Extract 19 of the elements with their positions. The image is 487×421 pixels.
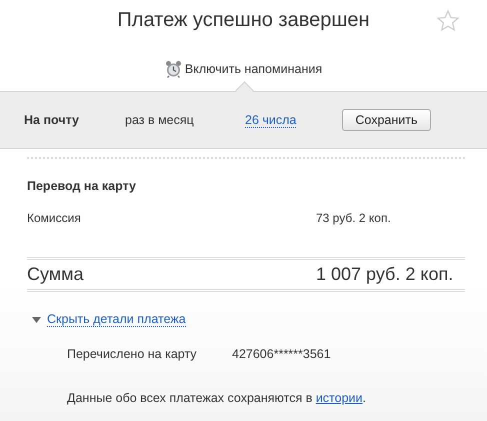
caret-icon[interactable] (32, 316, 41, 322)
day-link[interactable]: 26 числа (245, 112, 296, 128)
page-title: Платеж успешно завершен (117, 9, 370, 32)
save-button[interactable]: Сохранить (342, 109, 430, 131)
frequency-label[interactable]: раз в месяц (125, 113, 245, 127)
alarm-clock-icon[interactable] (164, 60, 182, 78)
total-label: Сумма (27, 264, 85, 285)
star-icon[interactable] (436, 9, 460, 33)
fee-value: 73 руб. 2 коп. (316, 211, 391, 225)
details-toggle-link[interactable]: Скрыть детали платежа (47, 312, 186, 327)
fee-label: Комиссия (27, 211, 82, 225)
detail-label: Перечислено на карту (67, 347, 198, 361)
reminder-link[interactable]: Включить напоминания (184, 62, 322, 76)
total-value: 1 007 руб. 2 коп. (316, 264, 454, 285)
channel-label: На почту (24, 113, 80, 127)
section-title: Перевод на карту (27, 179, 137, 193)
history-link[interactable]: истории (316, 391, 362, 405)
history-note: Данные обо всех платежах сохраняются в истории. (67, 391, 367, 405)
detail-value: 427606******3561 (232, 347, 331, 361)
